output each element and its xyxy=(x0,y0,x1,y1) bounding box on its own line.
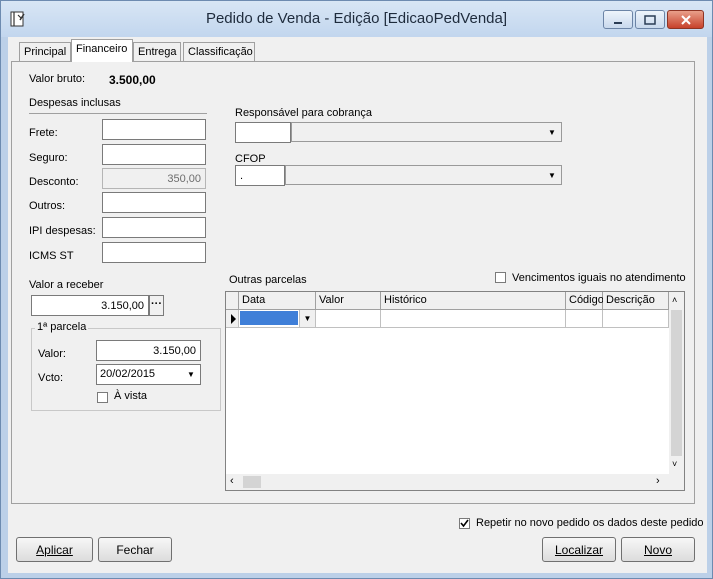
checkmark-icon xyxy=(460,519,469,528)
frete-input[interactable] xyxy=(102,119,206,140)
fechar-button[interactable]: Fechar xyxy=(98,537,172,562)
valor-label: Valor: xyxy=(38,348,66,360)
localizar-label: Localizar xyxy=(554,542,604,557)
outros-input[interactable] xyxy=(102,192,206,213)
valor-bruto-value: 3.500,00 xyxy=(109,73,156,87)
tab-classificacao[interactable]: Classificação xyxy=(183,42,255,62)
maximize-icon xyxy=(644,14,656,25)
outras-parcelas-label: Outras parcelas xyxy=(229,274,307,286)
chevron-down-icon: ▼ xyxy=(187,369,195,379)
chevron-down-icon: ▼ xyxy=(548,127,556,137)
grid-row-indicator[interactable] xyxy=(226,310,239,328)
grid-corner xyxy=(226,292,239,310)
scroll-up-icon[interactable]: ˄ xyxy=(672,295,677,305)
icms-st-input[interactable] xyxy=(102,242,206,263)
chevron-down-icon: ▼ xyxy=(548,170,556,180)
desconto-label: Desconto: xyxy=(29,176,79,188)
valor-input[interactable] xyxy=(96,340,201,361)
grid-cell-selection xyxy=(240,311,298,325)
ipi-despesas-input[interactable] xyxy=(102,217,206,238)
aplicar-label: Aplicar xyxy=(36,542,73,557)
parcela-title: 1ª parcela xyxy=(35,321,89,333)
app-window: Pedido de Venda - Edição [EdicaoPedVenda… xyxy=(0,0,713,579)
valor-receber-input[interactable] xyxy=(31,295,149,316)
cfop-select[interactable]: ▼ xyxy=(285,165,562,185)
horizontal-scrollbar[interactable]: ‹ › xyxy=(226,474,669,490)
avista-checkbox[interactable] xyxy=(97,392,108,403)
grid-cell-codigo[interactable] xyxy=(566,310,603,328)
repetir-checkbox[interactable] xyxy=(459,518,470,529)
novo-button[interactable]: Novo xyxy=(621,537,695,562)
frete-label: Frete: xyxy=(29,127,58,139)
responsavel-label: Responsável para cobrança xyxy=(235,107,372,119)
localizar-button[interactable]: Localizar xyxy=(542,537,616,562)
seguro-label: Seguro: xyxy=(29,152,68,164)
aplicar-button[interactable]: Aplicar xyxy=(16,537,93,562)
vcto-label: Vcto: xyxy=(38,372,64,384)
grid-header-codigo[interactable]: Código xyxy=(566,292,604,310)
fechar-label: Fechar xyxy=(116,542,154,557)
vencimentos-checkbox[interactable] xyxy=(495,272,506,283)
responsavel-select[interactable]: ▼ xyxy=(291,122,562,142)
cfop-code-input[interactable] xyxy=(235,165,285,186)
tab-financeiro[interactable]: Financeiro xyxy=(71,39,133,62)
close-button[interactable] xyxy=(667,10,704,29)
close-icon xyxy=(680,14,691,25)
icms-st-label: ICMS ST xyxy=(29,250,74,262)
ipi-despesas-label: IPI despesas: xyxy=(29,225,96,237)
valor-receber-label: Valor a receber xyxy=(29,279,104,291)
grid-cell-data[interactable]: ▼ xyxy=(239,310,316,328)
outros-label: Outros: xyxy=(29,200,66,212)
vertical-scroll-thumb[interactable] xyxy=(671,310,682,456)
repetir-label: Repetir no novo pedido os dados deste pe… xyxy=(476,517,704,529)
scroll-down-icon[interactable]: ˅ xyxy=(672,459,677,469)
cfop-label: CFOP xyxy=(235,153,266,165)
despesas-divider xyxy=(29,113,207,114)
chevron-down-icon[interactable]: ▼ xyxy=(299,310,315,327)
responsavel-code-input[interactable] xyxy=(235,122,291,143)
title-bar[interactable]: Pedido de Venda - Edição [EdicaoPedVenda… xyxy=(1,1,712,37)
vencimentos-label: Vencimentos iguais no atendimento xyxy=(512,272,686,284)
outras-parcelas-grid[interactable]: Data Valor Histórico Código Descrição ▼ … xyxy=(225,291,685,491)
novo-label: Novo xyxy=(643,542,672,557)
vertical-scrollbar[interactable]: ˄ ˅ xyxy=(669,292,684,474)
grid-header-descricao[interactable]: Descrição xyxy=(603,292,669,310)
grid-header-data[interactable]: Data xyxy=(239,292,316,310)
grid-header-historico[interactable]: Histórico xyxy=(381,292,566,310)
valor-bruto-label: Valor bruto: xyxy=(29,73,86,85)
scroll-right-icon[interactable]: › xyxy=(656,475,660,487)
maximize-button[interactable] xyxy=(635,10,665,29)
minimize-button[interactable] xyxy=(603,10,633,29)
scroll-left-icon[interactable]: ‹ xyxy=(230,475,234,487)
minimize-icon xyxy=(614,21,622,24)
desconto-input[interactable] xyxy=(102,168,206,189)
despesas-title: Despesas inclusas xyxy=(29,97,121,109)
grid-header-valor[interactable]: Valor xyxy=(316,292,381,310)
tab-principal[interactable]: Principal xyxy=(19,42,71,62)
scrollbar-corner xyxy=(669,474,684,490)
valor-receber-ellipsis-button[interactable]: ··· xyxy=(149,295,164,316)
grid-cell-descricao[interactable] xyxy=(603,310,669,328)
tab-entrega[interactable]: Entrega xyxy=(133,42,181,62)
vcto-date-picker[interactable]: 20/02/2015 ▼ xyxy=(96,364,201,385)
vcto-value: 20/02/2015 xyxy=(100,368,156,380)
grid-cell-valor[interactable] xyxy=(316,310,381,328)
avista-label: À vista xyxy=(114,390,148,402)
grid-cell-historico[interactable] xyxy=(381,310,566,328)
seguro-input[interactable] xyxy=(102,144,206,165)
horizontal-scroll-thumb[interactable] xyxy=(243,476,261,488)
